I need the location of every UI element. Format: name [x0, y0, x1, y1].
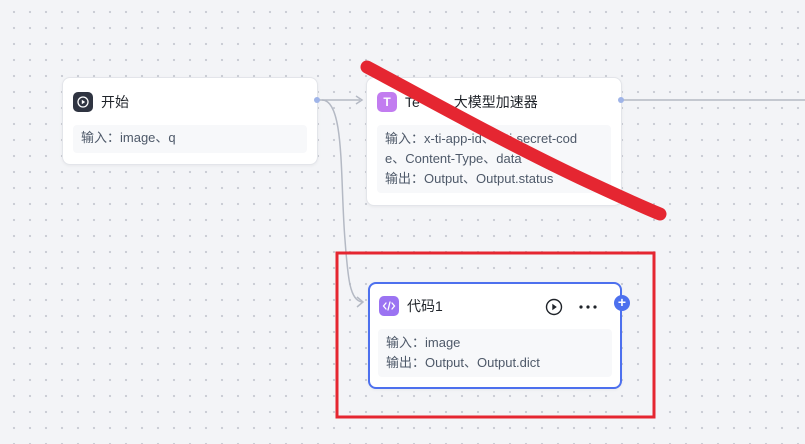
llm-node[interactable]: T Te 大模型加速器 输入：x-ti-app-id、x-ti-secret-c… [366, 77, 622, 206]
start-node-body: 输入：image、q [73, 125, 307, 153]
code-node-input: 输入：image [386, 335, 461, 350]
llm-node-input-1: 输入：x-ti-app-id、x-ti-secret-cod [385, 131, 578, 146]
llm-node-title-prefix: Te [405, 94, 420, 110]
play-circle-icon[interactable] [544, 297, 564, 317]
code-node-output: 输出：Output、Output.dict [386, 355, 540, 370]
code-icon [379, 296, 399, 316]
llm-node-body: 输入：x-ti-app-id、x-ti-secret-cod e、Content… [377, 125, 611, 193]
t-letter-icon: T [377, 92, 397, 112]
llm-node-input-2: e、Content-Type、data [385, 151, 522, 166]
workflow-canvas[interactable]: 开始 输入：image、q T Te 大模型加速器 输入：x-ti-app-id… [0, 0, 805, 444]
code-node-body: 输入：image 输出：Output、Output.dict [378, 329, 612, 377]
code-node-title: 代码1 [407, 298, 443, 314]
edge-start-to-code [321, 99, 363, 303]
llm-node-header: T Te 大模型加速器 [377, 91, 611, 113]
start-node-header: 开始 [73, 91, 307, 113]
code-node[interactable]: 代码1 输入：image 输出：Output、Output.dict [368, 282, 622, 389]
edge-start-to-code-arrow [356, 296, 365, 308]
llm-node-output: 输出：Output、Output.status [385, 171, 554, 186]
more-icon[interactable] [576, 297, 600, 317]
start-node-input: 输入：image、q [81, 130, 176, 145]
play-icon [73, 92, 93, 112]
start-output-port[interactable] [314, 97, 320, 103]
start-node-title: 开始 [101, 94, 129, 110]
start-node[interactable]: 开始 输入：image、q [62, 77, 318, 165]
plus-icon[interactable]: + [614, 295, 630, 311]
edge-start-to-llm-arrow [355, 95, 364, 105]
llm-node-title-suffix: 大模型加速器 [453, 94, 538, 110]
llm-output-port[interactable] [618, 97, 624, 103]
